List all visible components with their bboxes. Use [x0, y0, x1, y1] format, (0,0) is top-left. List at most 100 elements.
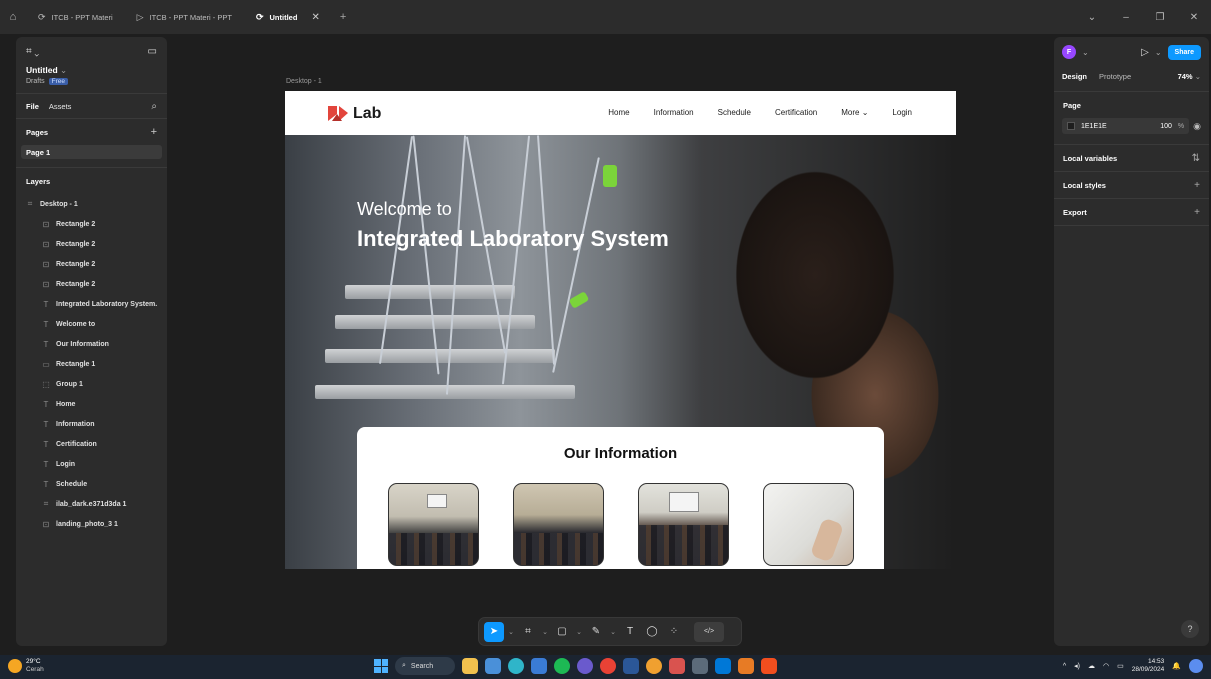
page-opacity[interactable]: 100 [1160, 123, 1172, 130]
nav-schedule[interactable]: Schedule [718, 108, 751, 117]
avatar[interactable]: F [1062, 45, 1076, 59]
layer-item[interactable]: ⬚ Group 1 [16, 374, 167, 394]
battery-icon[interactable]: ▭ [1117, 662, 1124, 670]
firefox-icon[interactable] [646, 658, 662, 674]
layer-item[interactable]: T Integrated Laboratory System. [16, 294, 167, 314]
layer-item[interactable]: ⌗ Desktop - 1 [16, 194, 167, 214]
export-label[interactable]: Export [1063, 208, 1087, 217]
search-icon[interactable]: ⌕ [151, 101, 157, 112]
page-item-page-1[interactable]: Page 1 [21, 145, 162, 159]
wifi-icon[interactable]: ◠ [1103, 662, 1109, 670]
dev-mode-icon[interactable]: </> [694, 621, 724, 642]
main-menu-icon[interactable]: ⌗ ⌄ [26, 46, 39, 57]
layer-item[interactable]: ⊡ landing_photo_3 1 [16, 514, 167, 534]
copilot-icon[interactable] [1189, 659, 1203, 673]
info-title[interactable]: Our Information [357, 445, 884, 462]
cloud-icon[interactable]: ☁ [1088, 662, 1095, 670]
close-window-icon[interactable]: ✕ [1177, 0, 1211, 34]
add-export-icon[interactable]: + [1194, 207, 1200, 218]
layer-item[interactable]: ⊡ Rectangle 2 [16, 254, 167, 274]
tab-itcb-ppt-materi[interactable]: ⟳ ITCB - PPT Materi [26, 0, 125, 34]
info-photo-1[interactable] [388, 483, 479, 566]
nav-login[interactable]: Login [892, 108, 912, 117]
site-logo[interactable]: Lab [326, 104, 381, 123]
chevron-down-icon[interactable]: ⌄ [540, 628, 550, 636]
local-variables-label[interactable]: Local variables [1063, 154, 1117, 163]
variables-settings-icon[interactable]: ⇅ [1192, 153, 1200, 164]
chrome-icon[interactable] [600, 658, 616, 674]
color-swatch[interactable] [1067, 122, 1075, 130]
tab-file[interactable]: File [26, 102, 39, 111]
edge-icon[interactable] [508, 658, 524, 674]
chevron-down-icon[interactable]: ⌄ [608, 628, 618, 636]
layer-item[interactable]: T Schedule [16, 474, 167, 494]
weather-widget[interactable]: 29°C Cerah [8, 658, 44, 674]
visibility-eye-icon[interactable]: ◉ [1193, 121, 1201, 132]
nav-information[interactable]: Information [654, 108, 694, 117]
speaker-icon[interactable]: ◂) [1074, 662, 1080, 670]
media-icon[interactable] [577, 658, 593, 674]
nav-certification[interactable]: Certification [775, 108, 817, 117]
restore-icon[interactable]: ❐ [1143, 0, 1177, 34]
home-icon[interactable]: ⌂ [0, 0, 26, 34]
tab-assets[interactable]: Assets [49, 102, 72, 111]
frame-label[interactable]: Desktop - 1 [286, 78, 322, 85]
mail-icon[interactable] [485, 658, 501, 674]
layer-item[interactable]: ⌗ ilab_dark.e371d3da 1 [16, 494, 167, 514]
rectangle-tool-icon[interactable]: ▢ [552, 622, 572, 642]
layer-item[interactable]: T Home [16, 394, 167, 414]
chevron-down-icon[interactable]: ⌄ [506, 628, 516, 636]
hero-welcome-text[interactable]: Welcome to [357, 199, 452, 220]
spotify-icon[interactable] [554, 658, 570, 674]
zoom-level[interactable]: 74% ⌄ [1178, 72, 1201, 81]
layer-item[interactable]: ⊡ Rectangle 2 [16, 234, 167, 254]
frame-tool-icon[interactable]: ⌗ [518, 622, 538, 642]
layer-item[interactable]: T Certification [16, 434, 167, 454]
chevron-down-icon[interactable]: ⌄ [1155, 48, 1162, 57]
close-tab-icon[interactable]: ✕ [311, 12, 319, 23]
info-photo-4[interactable] [763, 483, 854, 566]
pen-tool-icon[interactable]: ✎ [586, 622, 606, 642]
present-icon[interactable]: ▷ [1141, 47, 1149, 58]
store-icon[interactable] [531, 658, 547, 674]
page-color-hex[interactable]: 1E1E1E [1081, 123, 1107, 130]
layer-item[interactable]: ▭ Rectangle 1 [16, 354, 167, 374]
actions-icon[interactable]: ⁘ [664, 622, 684, 642]
info-photo-3[interactable] [638, 483, 729, 566]
info-photo-2[interactable] [513, 483, 604, 566]
layer-item[interactable]: T Login [16, 454, 167, 474]
terminal-icon[interactable] [692, 658, 708, 674]
steam-icon[interactable] [623, 658, 639, 674]
tab-design[interactable]: Design [1062, 72, 1087, 81]
nav-more[interactable]: More ⌄ [841, 108, 868, 117]
chevron-down-icon[interactable]: ⌄ [574, 628, 584, 636]
layer-item[interactable]: T Information [16, 414, 167, 434]
layer-item[interactable]: ⊡ Rectangle 2 [16, 214, 167, 234]
notification-bell-icon[interactable]: 🔔 [1172, 662, 1181, 670]
game-icon[interactable] [738, 658, 754, 674]
taskbar-search[interactable]: ⌕ Search [395, 657, 455, 675]
share-button[interactable]: Share [1167, 44, 1201, 60]
add-style-icon[interactable]: + [1194, 180, 1200, 191]
tab-itcb-ppt-materi-ppt[interactable]: ▷ ITCB - PPT Materi - PPT [125, 0, 244, 34]
add-page-icon[interactable]: + [151, 126, 157, 138]
vscode-icon[interactable] [715, 658, 731, 674]
help-button[interactable]: ? [1181, 620, 1199, 638]
figma-icon[interactable] [761, 658, 777, 674]
page-fill-field[interactable]: 1E1E1E 100 % [1062, 118, 1190, 134]
document-title[interactable]: Untitled ⌄ [16, 65, 167, 76]
chevron-down-icon[interactable]: ⌄ [1075, 0, 1109, 34]
hero-title[interactable]: Integrated Laboratory System [357, 226, 669, 252]
text-tool-icon[interactable]: T [620, 622, 640, 642]
document-location[interactable]: Drafts [26, 78, 45, 85]
info-card[interactable]: Our Information [357, 427, 884, 569]
tab-prototype[interactable]: Prototype [1099, 72, 1131, 81]
app-icon[interactable] [669, 658, 685, 674]
layer-item[interactable]: ⊡ Rectangle 2 [16, 274, 167, 294]
local-styles-label[interactable]: Local styles [1063, 181, 1106, 190]
comment-tool-icon[interactable]: ◯ [642, 622, 662, 642]
file-explorer-icon[interactable] [462, 658, 478, 674]
tray-overflow-icon[interactable]: ^ [1063, 663, 1066, 670]
layer-item[interactable]: T Our Information [16, 334, 167, 354]
nav-home[interactable]: Home [608, 108, 629, 117]
